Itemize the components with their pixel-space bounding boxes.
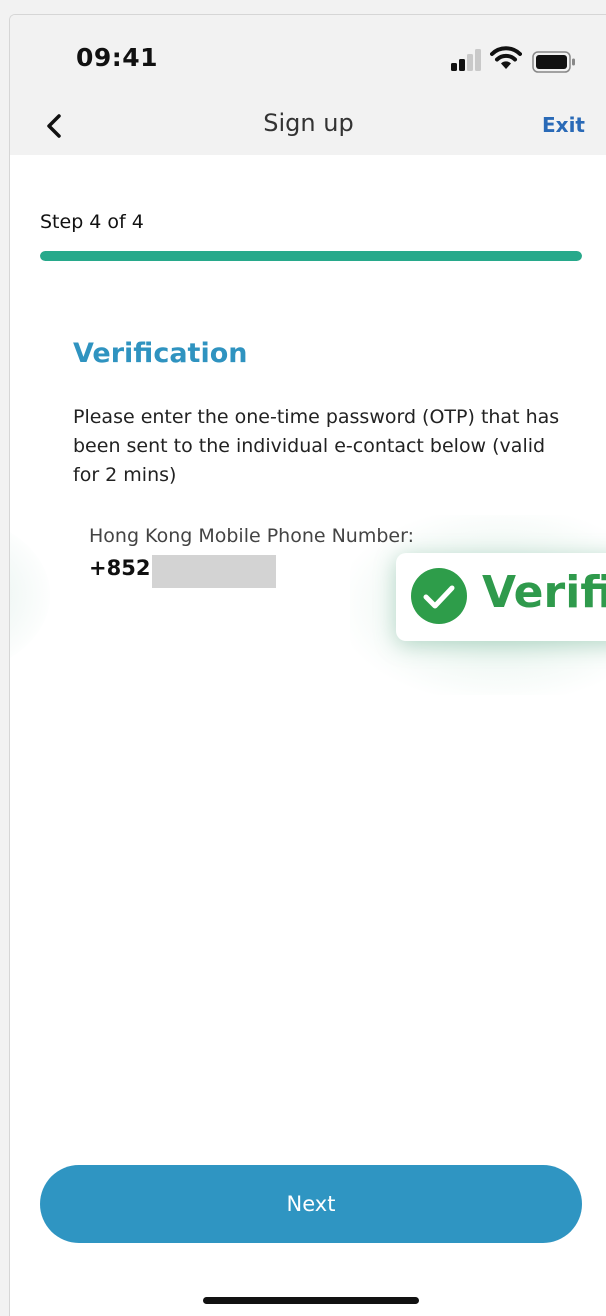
wifi-icon [490, 46, 522, 69]
nav-bar: Sign up Exit [10, 101, 606, 155]
country-code: +852 [89, 556, 151, 580]
page-title: Sign up [263, 109, 354, 137]
phone-screen: 09:41 Sign up Exit Step 4 of 4 Verificat… [9, 14, 606, 1316]
home-indicator [203, 1297, 419, 1304]
signal-icon [451, 49, 481, 71]
verification-heading: Verification [73, 338, 248, 369]
masked-phone-number [152, 555, 276, 588]
otp-instructions: Please enter the one-time password (OTP)… [73, 406, 560, 486]
progress-fill [40, 251, 582, 261]
next-button[interactable]: Next [40, 1165, 582, 1243]
back-chevron-icon [47, 114, 61, 138]
verified-toast: Verifie [396, 553, 606, 641]
verified-toast-text: Verifie [482, 567, 606, 618]
exit-button[interactable]: Exit [542, 113, 585, 137]
progress-bar [40, 251, 582, 261]
battery-icon [532, 51, 575, 73]
status-time: 09:41 [76, 43, 159, 72]
back-button[interactable] [40, 109, 70, 143]
phone-number-label: Hong Kong Mobile Phone Number: [89, 525, 414, 547]
status-bar: 09:41 [10, 15, 606, 103]
step-indicator: Step 4 of 4 [40, 211, 144, 233]
toast-glow-left [10, 515, 50, 675]
check-circle-icon [411, 568, 467, 624]
